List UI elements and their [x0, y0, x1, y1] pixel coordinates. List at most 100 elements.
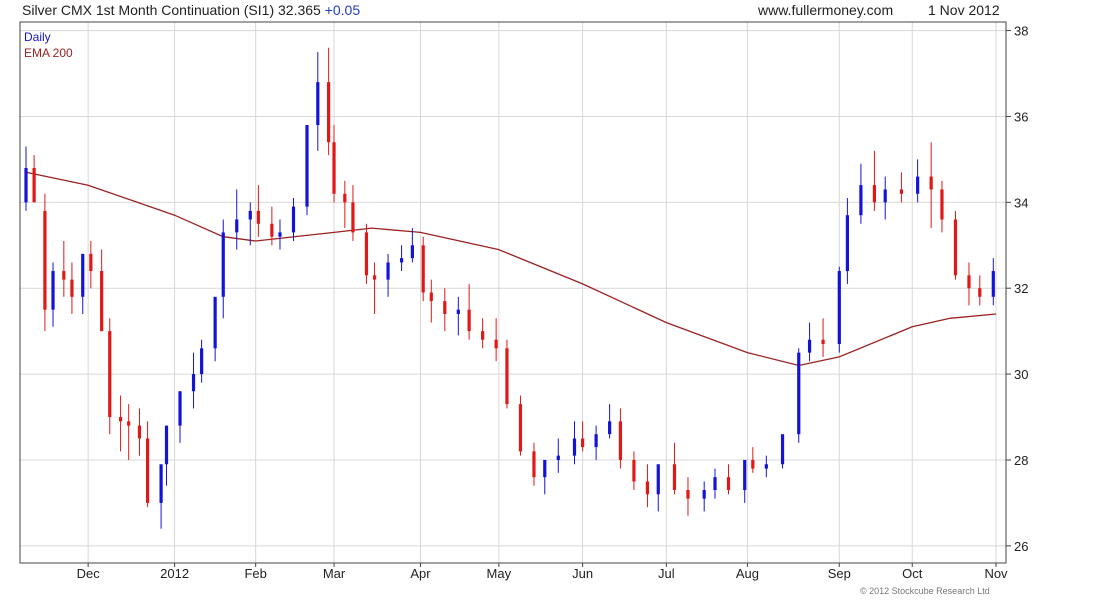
candle-body — [608, 421, 612, 435]
candle-body — [481, 331, 485, 340]
candle-body — [845, 215, 849, 272]
candle — [221, 219, 225, 319]
candle — [645, 464, 650, 508]
candle-body — [32, 167, 36, 203]
candle — [953, 210, 958, 280]
candle-body — [410, 245, 414, 259]
candle — [43, 193, 47, 332]
x-axis-ticks: Dec 2012 Feb Mar Apr May Jun Jul Aug Sep Oct Nov — [77, 563, 1008, 581]
candle — [672, 442, 677, 495]
candle-body — [807, 339, 812, 353]
candle — [797, 348, 801, 443]
candle — [594, 425, 598, 460]
candle — [456, 296, 460, 336]
candle-body — [127, 421, 131, 426]
y-tick-label: 34 — [1014, 195, 1028, 210]
candle-body — [118, 417, 123, 422]
x-tick-label: Feb — [244, 566, 266, 581]
candle — [421, 236, 425, 302]
x-tick-label: Oct — [902, 566, 923, 581]
candle-body — [686, 490, 690, 499]
candle — [305, 125, 309, 216]
candle — [410, 228, 414, 263]
candle — [332, 125, 336, 203]
candle-body — [164, 425, 169, 465]
candle — [837, 266, 841, 353]
plot-frame — [19, 21, 1007, 564]
candle — [108, 318, 112, 435]
candle — [991, 258, 995, 306]
candle — [248, 202, 252, 246]
candle-body — [978, 288, 982, 297]
candle-body — [137, 425, 142, 439]
candle — [751, 447, 755, 473]
y-axis-ticks: 26 28 30 32 34 36 38 — [1006, 24, 1028, 554]
candle — [494, 318, 498, 362]
candle-body — [743, 459, 747, 491]
candle-body — [543, 459, 547, 478]
candle — [608, 404, 612, 439]
candle-body — [929, 176, 933, 190]
candle-body — [343, 193, 347, 203]
ema-200-layer — [25, 171, 997, 367]
candle — [743, 459, 747, 503]
candle — [51, 262, 55, 327]
candle — [899, 172, 904, 203]
candle — [505, 339, 509, 409]
x-tick-label: 2012 — [160, 566, 189, 581]
candle — [656, 464, 660, 512]
candle — [256, 185, 260, 237]
x-tick-label: Aug — [736, 566, 759, 581]
candle-body — [291, 206, 296, 233]
candle — [581, 421, 585, 452]
candle-body — [883, 189, 887, 203]
candle — [532, 442, 536, 486]
y-tick-label: 26 — [1014, 539, 1028, 554]
x-tick-label: May — [487, 566, 512, 581]
candle-body — [364, 232, 369, 276]
x-tick-label: Jul — [658, 566, 675, 581]
candle — [443, 288, 447, 332]
candle-body — [145, 438, 150, 503]
candle — [978, 275, 982, 306]
candle — [213, 296, 217, 362]
candle-body — [51, 271, 55, 310]
ema-200-line — [25, 171, 997, 367]
candle-body — [332, 142, 336, 194]
candle-body — [270, 223, 274, 237]
candle — [145, 421, 150, 508]
candle — [178, 391, 182, 443]
candle-body — [645, 481, 650, 495]
candle — [686, 477, 690, 516]
candle-body — [81, 253, 85, 297]
candle — [81, 253, 85, 314]
y-tick-label: 32 — [1014, 281, 1028, 296]
candle-body — [108, 331, 112, 418]
candle — [845, 198, 849, 284]
candle-body — [518, 404, 523, 452]
candle — [429, 279, 433, 323]
candle-body — [618, 421, 623, 460]
candle-body — [467, 309, 471, 332]
x-tick-label: Dec — [77, 566, 101, 581]
legend: Daily EMA 200 — [24, 30, 73, 60]
candle-body — [278, 232, 282, 237]
candle — [89, 240, 93, 289]
candle — [821, 318, 825, 357]
candle-body — [494, 339, 498, 349]
candle-body — [797, 352, 801, 435]
candle-body — [316, 82, 320, 126]
candle-body — [248, 210, 252, 220]
candle — [127, 404, 131, 460]
candle-body — [837, 271, 841, 345]
candle — [916, 159, 920, 203]
candle — [940, 180, 944, 233]
candle — [780, 434, 785, 469]
y-tick-label: 28 — [1014, 453, 1028, 468]
candle-body — [764, 464, 768, 469]
candle — [70, 262, 74, 314]
candle-body — [24, 167, 28, 203]
candle-body — [159, 464, 163, 503]
candle-body — [656, 464, 660, 495]
candle — [967, 262, 971, 306]
